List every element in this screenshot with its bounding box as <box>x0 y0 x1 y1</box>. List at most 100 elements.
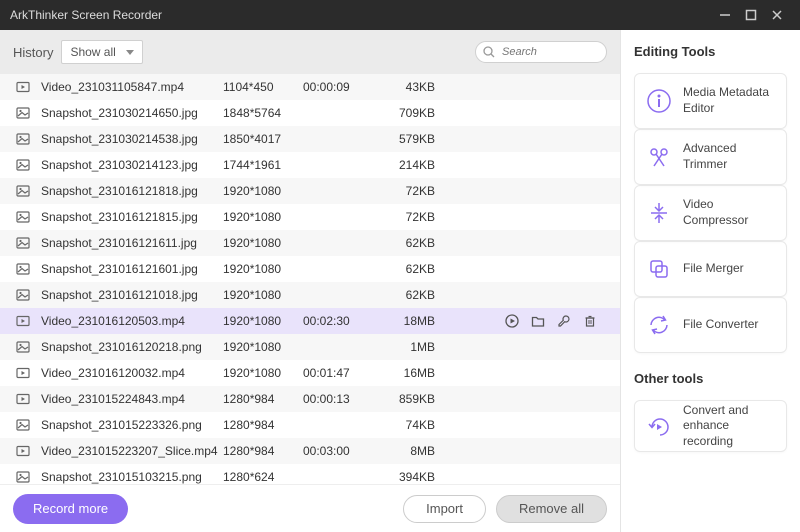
file-name: Snapshot_231016120218.png <box>33 340 223 354</box>
file-size: 62KB <box>373 262 435 276</box>
tool-label: File Merger <box>683 261 744 277</box>
image-icon <box>13 158 33 172</box>
file-row[interactable]: Video_231016120032.mp41920*108000:01:471… <box>0 360 620 386</box>
file-name: Snapshot_231016121601.jpg <box>33 262 223 276</box>
trash-icon[interactable] <box>583 314 597 328</box>
file-row[interactable]: Snapshot_231016121018.jpg1920*108062KB <box>0 282 620 308</box>
tool-card[interactable]: Media Metadata Editor <box>634 73 787 129</box>
toolbar: History Show all <box>0 30 620 74</box>
file-size: 62KB <box>373 236 435 250</box>
file-row[interactable]: Video_231031105847.mp41104*45000:00:0943… <box>0 74 620 100</box>
right-panel: Editing Tools Media Metadata EditorAdvan… <box>620 30 800 532</box>
tool-label: File Converter <box>683 317 758 333</box>
maximize-icon[interactable] <box>738 0 764 30</box>
file-row[interactable]: Snapshot_231016121815.jpg1920*108072KB <box>0 204 620 230</box>
play-icon[interactable] <box>505 314 519 328</box>
scissors-icon <box>645 143 673 171</box>
convert-icon <box>645 311 673 339</box>
video-icon <box>13 366 33 380</box>
image-icon <box>13 418 33 432</box>
file-row[interactable]: Snapshot_231016121611.jpg1920*1080 62KB <box>0 230 620 256</box>
wrench-icon[interactable] <box>557 314 571 328</box>
file-name: Snapshot_231016121611.jpg <box>33 236 223 250</box>
file-resolution: 1920*1080 <box>223 236 303 250</box>
left-panel: History Show all Video_231031105847.mp41… <box>0 30 620 532</box>
file-row[interactable]: Snapshot_231030214650.jpg1848*5764709KB <box>0 100 620 126</box>
file-size: 1MB <box>373 340 435 354</box>
file-name: Video_231016120032.mp4 <box>33 366 223 380</box>
search-container <box>475 41 607 63</box>
file-name: Snapshot_231016121818.jpg <box>33 184 223 198</box>
editing-tools-title: Editing Tools <box>634 44 787 59</box>
minimize-icon[interactable] <box>712 0 738 30</box>
file-resolution: 1850*4017 <box>223 132 303 146</box>
file-list[interactable]: Video_231031105847.mp41104*45000:00:0943… <box>0 74 620 484</box>
image-icon <box>13 184 33 198</box>
search-icon <box>483 46 495 58</box>
tool-card[interactable]: Convert and enhance recording <box>634 400 787 452</box>
other-tools-title: Other tools <box>634 371 787 386</box>
file-row[interactable]: Video_231015223207_Slice.mp41280*98400:0… <box>0 438 620 464</box>
import-button[interactable]: Import <box>403 495 486 523</box>
image-icon <box>13 340 33 354</box>
record-more-button[interactable]: Record more <box>13 494 128 524</box>
file-resolution: 1280*984 <box>223 392 303 406</box>
file-row[interactable]: Video_231015224843.mp41280*98400:00:1385… <box>0 386 620 412</box>
file-resolution: 1920*1080 <box>223 340 303 354</box>
video-icon <box>13 80 33 94</box>
file-resolution: 1848*5764 <box>223 106 303 120</box>
tool-card[interactable]: File Converter <box>634 297 787 353</box>
content: History Show all Video_231031105847.mp41… <box>0 30 800 532</box>
enhance-icon <box>645 412 673 440</box>
tool-card[interactable]: Video Compressor <box>634 185 787 241</box>
file-duration: 00:00:13 <box>303 392 373 406</box>
file-size: 214KB <box>373 158 435 172</box>
file-row[interactable]: Snapshot_231016121818.jpg1920*108072KB <box>0 178 620 204</box>
file-resolution: 1280*624 <box>223 470 303 484</box>
file-duration: 00:01:47 <box>303 366 373 380</box>
titlebar: ArkThinker Screen Recorder <box>0 0 800 30</box>
merge-icon <box>645 255 673 283</box>
file-name: Video_231016120503.mp4 <box>33 314 223 328</box>
file-size: 394KB <box>373 470 435 484</box>
file-row[interactable]: Snapshot_231016121601.jpg1920*1080 62KB <box>0 256 620 282</box>
tool-card[interactable]: Advanced Trimmer <box>634 129 787 185</box>
file-row[interactable]: Snapshot_231030214123.jpg1744*1961 214KB <box>0 152 620 178</box>
image-icon <box>13 236 33 250</box>
filter-dropdown[interactable]: Show all <box>61 40 142 64</box>
file-row[interactable]: Snapshot_231015103215.png1280*624 394KB <box>0 464 620 484</box>
file-size: 18MB <box>373 314 435 328</box>
file-resolution: 1280*984 <box>223 444 303 458</box>
file-resolution: 1920*1080 <box>223 184 303 198</box>
file-row[interactable]: Snapshot_231015223326.png1280*98474KB <box>0 412 620 438</box>
file-row[interactable]: Snapshot_231030214538.jpg1850*4017579KB <box>0 126 620 152</box>
image-icon <box>13 106 33 120</box>
bottom-bar: Record more Import Remove all <box>0 484 620 532</box>
file-name: Snapshot_231015103215.png <box>33 470 223 484</box>
app-title: ArkThinker Screen Recorder <box>10 8 712 22</box>
file-size: 8MB <box>373 444 435 458</box>
folder-icon[interactable] <box>531 314 545 328</box>
image-icon <box>13 132 33 146</box>
file-resolution: 1744*1961 <box>223 158 303 172</box>
file-name: Snapshot_231016121018.jpg <box>33 288 223 302</box>
file-duration: 00:03:00 <box>303 444 373 458</box>
file-resolution: 1920*1080 <box>223 210 303 224</box>
remove-all-button[interactable]: Remove all <box>496 495 607 523</box>
file-resolution: 1920*1080 <box>223 314 303 328</box>
file-size: 43KB <box>373 80 435 94</box>
file-resolution: 1104*450 <box>223 80 303 94</box>
file-row[interactable]: Video_231016120503.mp41920*108000:02:301… <box>0 308 620 334</box>
history-label: History <box>13 45 53 60</box>
file-duration: 00:02:30 <box>303 314 373 328</box>
close-icon[interactable] <box>764 0 790 30</box>
file-name: Snapshot_231015223326.png <box>33 418 223 432</box>
file-name: Snapshot_231030214123.jpg <box>33 158 223 172</box>
file-size: 709KB <box>373 106 435 120</box>
tool-card[interactable]: File Merger <box>634 241 787 297</box>
file-name: Snapshot_231016121815.jpg <box>33 210 223 224</box>
file-actions <box>435 314 607 328</box>
file-duration: 00:00:09 <box>303 80 373 94</box>
file-resolution: 1920*1080 <box>223 262 303 276</box>
file-row[interactable]: Snapshot_231016120218.png1920*1080 1MB <box>0 334 620 360</box>
